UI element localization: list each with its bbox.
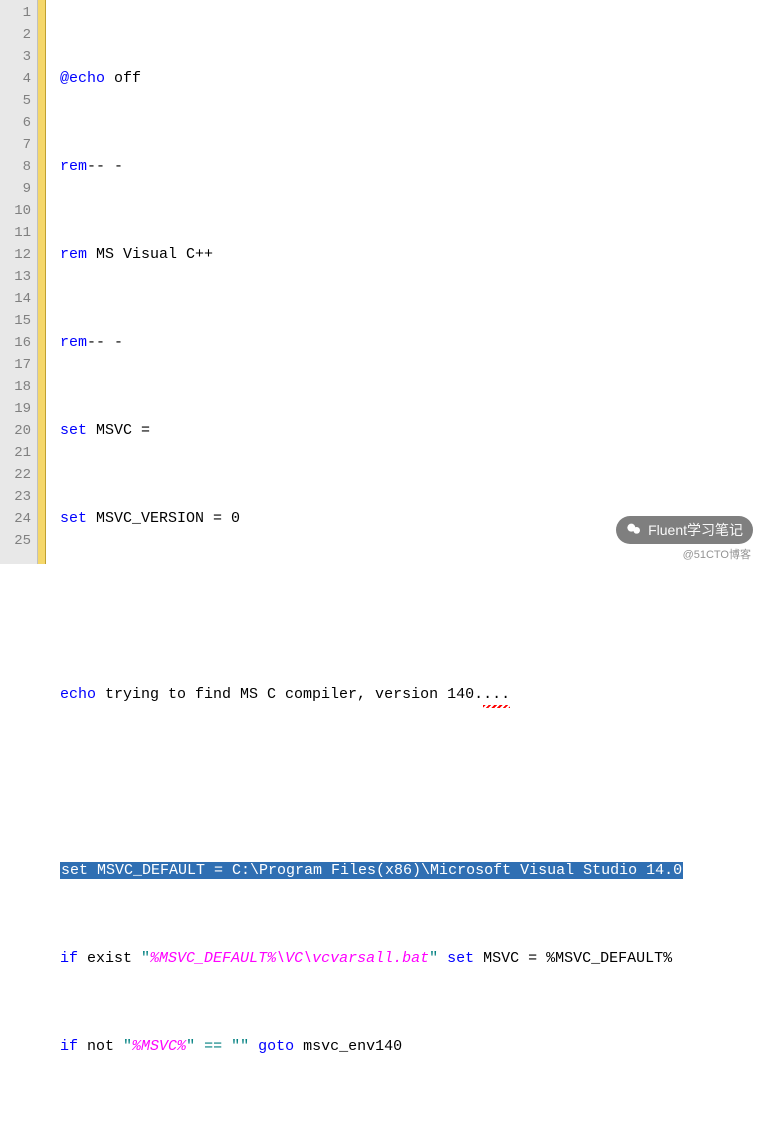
code-line[interactable]: if exist "%MSVC_DEFAULT%\VC\vcvarsall.ba…: [60, 948, 763, 970]
line-number: 2: [0, 24, 31, 46]
line-number: 23: [0, 486, 31, 508]
keyword: set: [438, 950, 474, 967]
string-delim: ": [429, 950, 438, 967]
code-line[interactable]: rem-- -: [60, 156, 763, 178]
line-number: 14: [0, 288, 31, 310]
code-line[interactable]: echo trying to find MS C compiler, versi…: [60, 684, 763, 706]
keyword: rem: [60, 246, 87, 263]
code-text: not: [78, 1038, 123, 1055]
code-line[interactable]: [60, 596, 763, 618]
env-string: %MSVC%: [132, 1038, 186, 1055]
keyword: rem: [60, 158, 87, 175]
code-text: MSVC_VERSION = 0: [87, 510, 240, 527]
watermark-text: Fluent学习笔记: [648, 520, 743, 540]
string-delim: ": [123, 1038, 132, 1055]
keyword: goto: [249, 1038, 294, 1055]
line-number: 20: [0, 420, 31, 442]
string-delim: " == "": [186, 1038, 249, 1055]
code-text: MSVC =: [87, 422, 150, 439]
line-number: 8: [0, 156, 31, 178]
keyword: if: [60, 950, 78, 967]
line-number: 15: [0, 310, 31, 332]
keyword: if: [60, 1038, 78, 1055]
line-number: 10: [0, 200, 31, 222]
line-number: 3: [0, 46, 31, 68]
code-text: msvc_env140: [294, 1038, 402, 1055]
spell-error: ...: [483, 684, 510, 706]
line-number: 1: [0, 2, 31, 24]
line-number: 25: [0, 530, 31, 552]
change-marker-column: [38, 0, 46, 564]
code-line[interactable]: rem MS Visual C++: [60, 244, 763, 266]
code-text: -- -: [87, 334, 123, 351]
code-text: off: [105, 70, 141, 87]
keyword: rem: [60, 334, 87, 351]
code-text: trying to find MS C compiler, version 14…: [96, 686, 483, 703]
line-number: 6: [0, 112, 31, 134]
code-line[interactable]: @echo off: [60, 68, 763, 90]
line-number: 13: [0, 266, 31, 288]
keyword: set: [60, 422, 87, 439]
line-number: 17: [0, 354, 31, 376]
selected-text[interactable]: set MSVC_DEFAULT = C:\Program Files(x86)…: [60, 862, 683, 879]
line-number: 16: [0, 332, 31, 354]
line-number: 12: [0, 244, 31, 266]
string-delim: ": [141, 950, 150, 967]
keyword: set: [60, 510, 87, 527]
line-number-gutter: 1 2 3 4 5 6 7 8 9 10 11 12 13 14 15 16 1…: [0, 0, 38, 564]
wechat-icon: [626, 521, 642, 540]
code-text: MS Visual C++: [87, 246, 213, 263]
line-number: 22: [0, 464, 31, 486]
line-number: 24: [0, 508, 31, 530]
watermark-badge: Fluent学习笔记: [616, 516, 753, 544]
line-number: 11: [0, 222, 31, 244]
env-string: %MSVC_DEFAULT%\VC\vcvarsall.bat: [150, 950, 429, 967]
code-line[interactable]: set MSVC =: [60, 420, 763, 442]
code-editor[interactable]: 1 2 3 4 5 6 7 8 9 10 11 12 13 14 15 16 1…: [0, 0, 763, 564]
code-line[interactable]: rem-- -: [60, 332, 763, 354]
code-line[interactable]: [60, 1124, 763, 1128]
code-text: -- -: [87, 158, 123, 175]
code-line[interactable]: set MSVC_DEFAULT = C:\Program Files(x86)…: [60, 860, 763, 882]
line-number: 4: [0, 68, 31, 90]
line-number: 5: [0, 90, 31, 112]
code-text: exist: [78, 950, 141, 967]
code-text: MSVC = %MSVC_DEFAULT%: [474, 950, 672, 967]
line-number: 7: [0, 134, 31, 156]
line-number: 18: [0, 376, 31, 398]
code-line[interactable]: [60, 772, 763, 794]
line-number: 9: [0, 178, 31, 200]
keyword: echo: [60, 686, 96, 703]
code-line[interactable]: if not "%MSVC%" == "" goto msvc_env140: [60, 1036, 763, 1058]
watermark-sub: @51CTO博客: [683, 546, 751, 562]
line-number: 21: [0, 442, 31, 464]
code-area[interactable]: @echo off rem-- - rem MS Visual C++ rem-…: [46, 0, 763, 564]
line-number: 19: [0, 398, 31, 420]
keyword: @echo: [60, 70, 105, 87]
